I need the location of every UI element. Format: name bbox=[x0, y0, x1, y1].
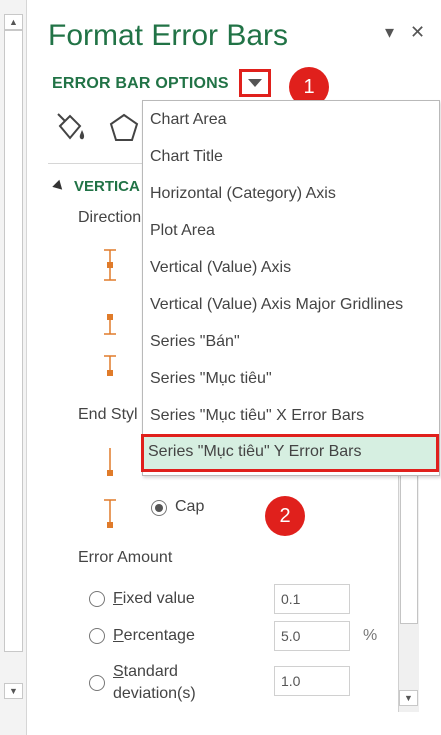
section-title: VERTICA bbox=[74, 178, 140, 195]
dropdown-item[interactable]: Plot Area bbox=[143, 213, 437, 249]
standard-deviation-radio[interactable] bbox=[89, 675, 105, 691]
percentage-input[interactable]: 5.0 bbox=[274, 621, 350, 651]
dropdown-item[interactable]: Vertical (Value) Axis bbox=[143, 250, 437, 286]
dropdown-item[interactable]: Chart Area bbox=[143, 102, 437, 138]
chart-elements-dropdown: Chart Area Chart Title Horizontal (Categ… bbox=[141, 100, 440, 476]
fixed-value-label: Fixed value bbox=[113, 590, 195, 607]
plus-error-bar-icon bbox=[100, 354, 120, 383]
collapse-triangle-icon bbox=[52, 179, 66, 194]
dropdown-item[interactable]: Chart Title bbox=[143, 139, 437, 175]
scroll-up-button[interactable]: ▲ bbox=[4, 14, 23, 30]
dropdown-item-selected[interactable]: Series "Mục tiêu" Y Error Bars bbox=[141, 434, 439, 472]
effects-icon[interactable] bbox=[106, 110, 142, 146]
fill-line-icon[interactable] bbox=[52, 110, 88, 146]
end-style-label: End Styl bbox=[78, 406, 138, 423]
step-badge-2: 2 bbox=[265, 496, 305, 536]
percent-unit-label: % bbox=[363, 627, 378, 644]
pane-title: Format Error Bars bbox=[48, 19, 289, 52]
chevron-down-icon bbox=[248, 79, 262, 87]
error-bar-options-label[interactable]: ERROR BAR OPTIONS bbox=[52, 75, 229, 93]
cap-label: Cap bbox=[175, 498, 205, 515]
pane-scrollbar-thumb[interactable] bbox=[400, 474, 418, 624]
standard-deviation-input[interactable]: 1.0 bbox=[274, 666, 350, 696]
fixed-value-input[interactable]: 0.1 bbox=[274, 584, 350, 614]
dropdown-item[interactable]: Vertical (Value) Axis Major Gridlines bbox=[143, 287, 437, 323]
dropdown-item[interactable]: Series "Mục tiêu" bbox=[143, 361, 437, 397]
cap-icon bbox=[100, 498, 120, 537]
dropdown-item[interactable]: Horizontal (Category) Axis bbox=[143, 176, 437, 212]
left-scrollbar-strip: ▲ ▼ bbox=[0, 0, 27, 735]
dropdown-item[interactable]: Series "Mục tiêu" X Error Bars bbox=[143, 398, 437, 434]
fixed-value-radio[interactable] bbox=[89, 591, 105, 607]
dropdown-item[interactable]: Series "Bán" bbox=[143, 324, 437, 360]
direction-label: Direction bbox=[78, 209, 142, 226]
pane-scroll-down-button[interactable]: ▼ bbox=[399, 690, 418, 706]
standard-deviation-label: Standard deviation(s) bbox=[113, 663, 196, 702]
percentage-label: Percentage bbox=[113, 627, 195, 644]
percentage-radio[interactable] bbox=[89, 628, 105, 644]
cap-radio[interactable] bbox=[151, 500, 167, 516]
left-scrollbar-track[interactable] bbox=[4, 30, 23, 652]
error-amount-label: Error Amount bbox=[78, 549, 173, 566]
no-cap-icon bbox=[100, 446, 120, 485]
pane-options-arrow-icon[interactable]: ▾ bbox=[385, 22, 394, 43]
minus-error-bar-icon bbox=[100, 312, 120, 341]
options-dropdown-button[interactable] bbox=[239, 69, 271, 97]
close-icon[interactable]: ✕ bbox=[410, 22, 425, 43]
scroll-down-button[interactable]: ▼ bbox=[4, 683, 23, 699]
both-error-bar-icon bbox=[100, 248, 120, 287]
section-vertical-error-bar[interactable]: VERTICA bbox=[52, 178, 140, 195]
